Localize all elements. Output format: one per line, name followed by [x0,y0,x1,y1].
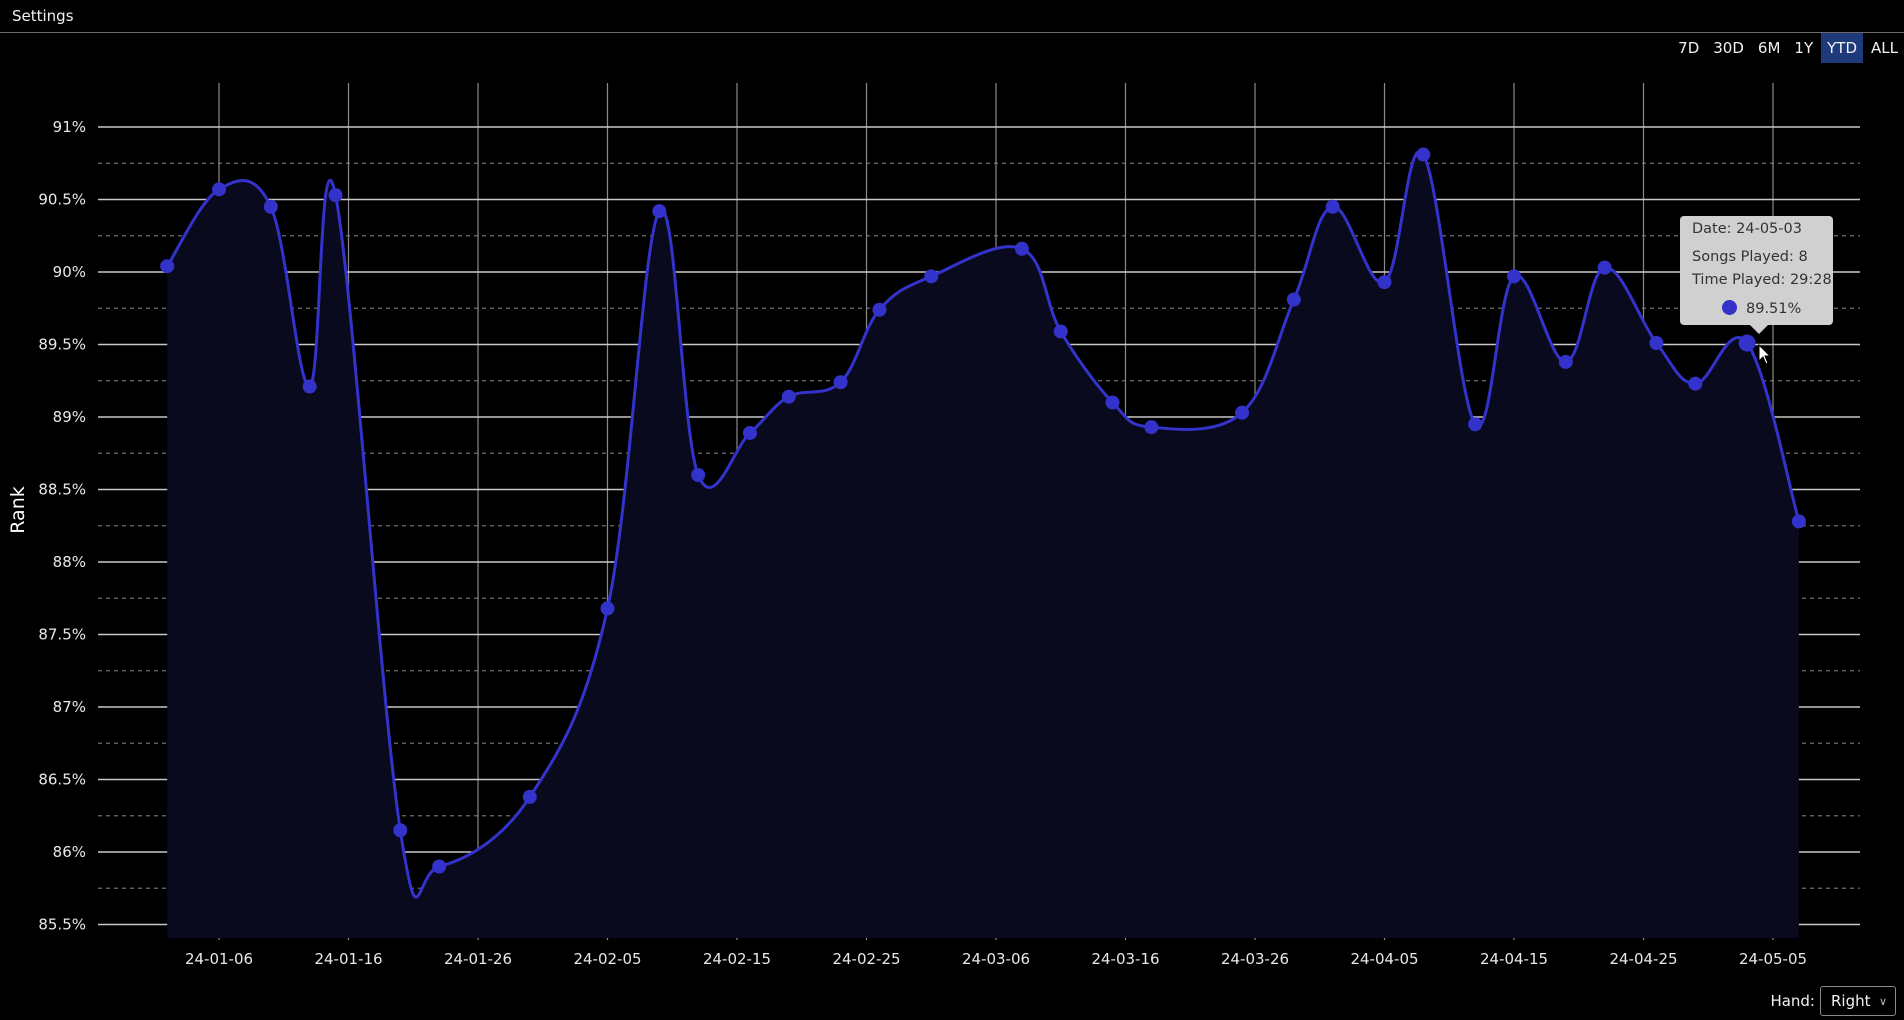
data-point[interactable] [160,259,175,274]
data-point[interactable] [432,859,447,874]
tooltip-value: 89.51% [1722,300,1801,317]
x-tick-label: 24-01-16 [314,950,382,968]
data-tooltip: Date: 24-05-03 Songs Played: 8 Time Play… [1680,216,1833,334]
tooltip-songs-played: Songs Played: 8 [1692,249,1808,265]
tooltip-date: Date: 24-05-03 [1692,221,1802,237]
data-point[interactable] [1286,292,1301,307]
y-tick-label: 90.5% [38,191,86,209]
series-color-icon [1722,300,1737,315]
data-point[interactable] [1416,147,1431,162]
x-tick-label: 24-01-26 [444,950,512,968]
data-point[interactable] [600,601,615,616]
data-point[interactable] [1649,336,1664,351]
x-tick-label: 24-04-25 [1609,950,1677,968]
y-tick-label: 88% [53,553,86,571]
data-point[interactable] [924,269,939,284]
x-tick-label: 24-03-06 [962,950,1030,968]
x-tick-label: 24-02-05 [573,950,641,968]
y-tick-label: 87% [53,698,86,716]
tooltip-arrow [1750,325,1768,334]
data-point[interactable] [1105,395,1120,410]
data-point[interactable] [742,425,757,440]
y-tick-label: 89% [53,408,86,426]
data-point[interactable] [872,302,887,317]
data-point[interactable] [328,188,343,203]
y-tick-label: 87.5% [38,626,86,644]
rank-chart: 91% 90.5% 90% 89.5% 89% 88.5% 88% 87.5% 87% 86.5%… [7,83,1860,968]
data-point[interactable] [1791,514,1806,529]
x-tick-label: 24-04-15 [1480,950,1548,968]
x-tick-label: 24-01-06 [185,950,253,968]
data-point[interactable] [652,204,667,219]
hand-control: Hand: Right ∨ [1770,986,1896,1016]
y-tick-label: 90% [53,263,86,281]
data-point[interactable] [263,199,278,214]
data-point[interactable] [1325,199,1340,214]
y-tick-label: 86.5% [38,771,86,789]
tooltip-value-text: 89.51% [1746,301,1802,317]
data-point[interactable] [522,789,537,804]
data-point[interactable] [1235,405,1250,420]
data-point[interactable] [691,468,706,482]
y-axis-label: Rank [7,486,29,533]
y-tick-label: 88.5% [38,481,86,499]
data-point[interactable] [1558,354,1573,369]
data-point[interactable] [212,182,226,197]
data-point[interactable] [302,379,317,394]
x-tick-label: 24-03-16 [1091,950,1159,968]
y-tick-label: 85.5% [38,916,86,934]
data-point[interactable] [1688,376,1703,391]
chevron-down-icon: ∨ [1878,994,1887,1008]
y-tick-label: 86% [53,843,86,861]
data-point[interactable] [1507,269,1521,284]
series-area [167,151,1799,939]
data-point[interactable] [833,375,848,390]
data-point[interactable] [1053,324,1068,339]
data-point[interactable] [1468,417,1483,432]
x-tick-label: 24-04-05 [1350,950,1418,968]
y-tick-label: 91% [53,118,86,136]
x-tick-label: 24-03-26 [1221,950,1289,968]
x-tick-label: 24-02-15 [703,950,771,968]
x-tick-label: 24-05-05 [1739,950,1807,968]
y-axis-ticks: 91% 90.5% 90% 89.5% 89% 88.5% 88% 87.5% 87% 86.5%… [38,118,86,934]
x-tick-label: 24-02-25 [832,950,900,968]
data-point[interactable] [1377,275,1392,290]
data-point[interactable] [1144,420,1159,435]
y-tick-label: 89.5% [38,336,86,354]
tooltip-time-played: Time Played: 29:28 [1692,272,1832,288]
hand-label: Hand: [1770,992,1815,1010]
hand-select-value: Right [1831,992,1871,1010]
data-point[interactable] [1597,260,1612,275]
x-axis-ticks: 24-01-06 24-01-16 24-01-26 24-02-05 24-02-15… [185,950,1807,968]
mouse-cursor-icon [1758,344,1772,365]
data-point[interactable] [393,823,408,838]
hand-select[interactable]: Right ∨ [1820,986,1896,1016]
data-point[interactable] [1014,241,1029,256]
data-point-highlighted[interactable] [1738,334,1756,352]
data-point[interactable] [781,389,796,404]
